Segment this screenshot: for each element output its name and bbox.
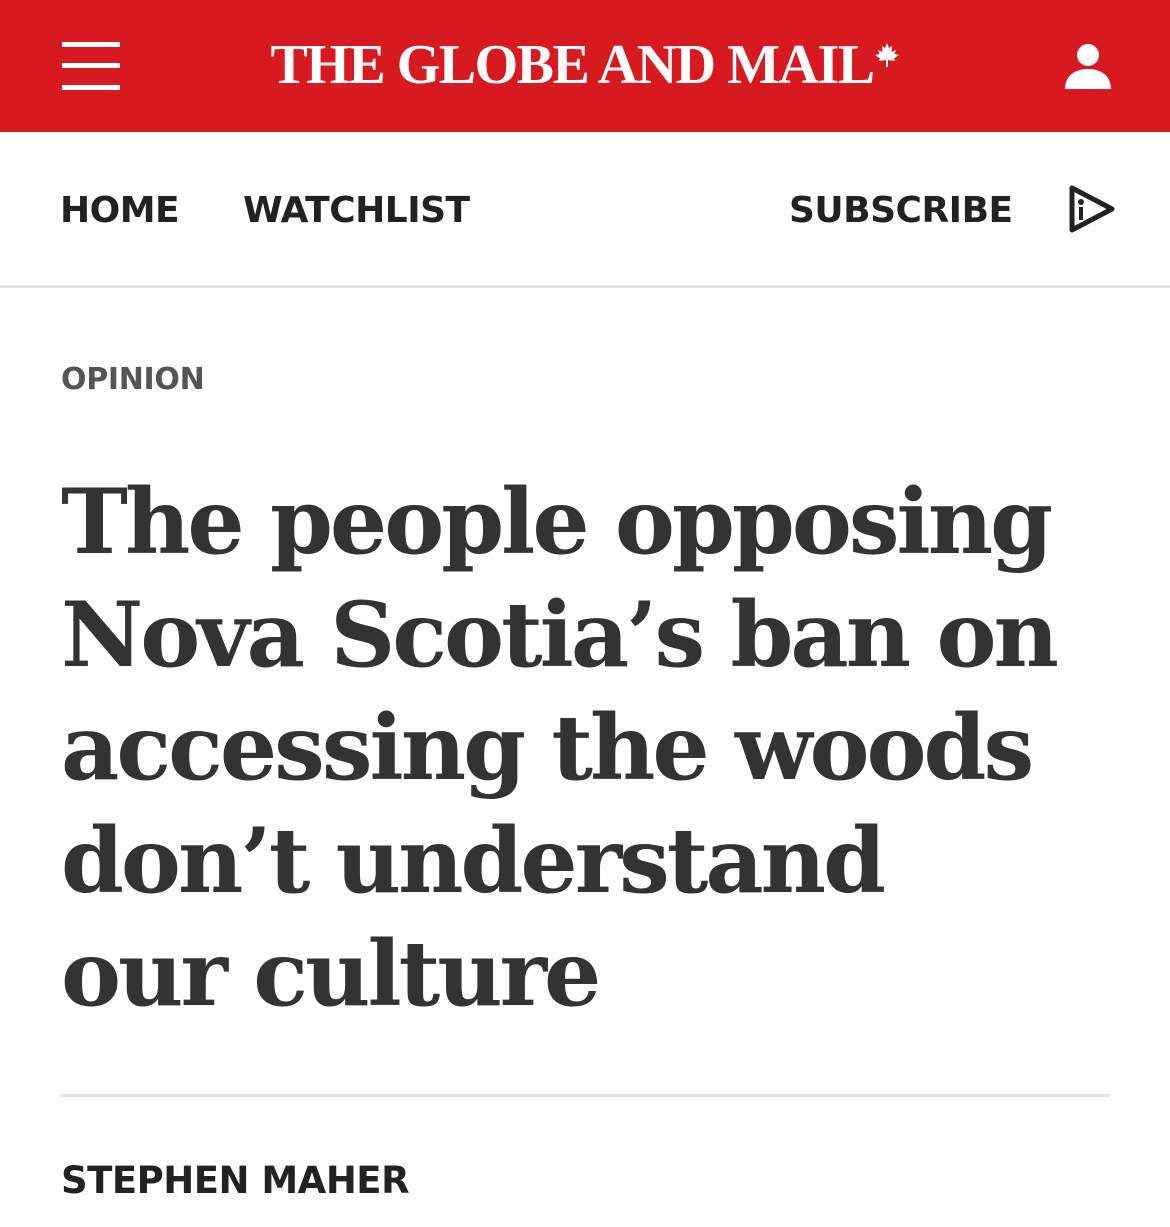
section-label-opinion[interactable]: OPINION (61, 362, 205, 398)
masthead: THE GLOBE AND MAIL (0, 0, 1170, 132)
user-account-icon[interactable] (1063, 42, 1113, 92)
article-byline[interactable]: STEPHEN MAHER (61, 1160, 410, 1202)
nav-subscribe-link[interactable]: SUBSCRIBE (789, 190, 1013, 232)
nav-watchlist-link[interactable]: WATCHLIST (243, 190, 470, 232)
article-headline: The people opposing Nova Scotia’s ban on… (61, 469, 1059, 1027)
brand-name: THE GLOBE AND MAIL (270, 34, 875, 96)
play-video-icon[interactable] (1066, 184, 1116, 234)
headline-divider (60, 1094, 1110, 1097)
maple-leaf-icon (874, 43, 899, 67)
nav-home-link[interactable]: HOME (60, 190, 180, 232)
brand-logo[interactable]: THE GLOBE AND MAIL (0, 34, 1170, 100)
section-nav: HOME WATCHLIST SUBSCRIBE (0, 132, 1170, 288)
